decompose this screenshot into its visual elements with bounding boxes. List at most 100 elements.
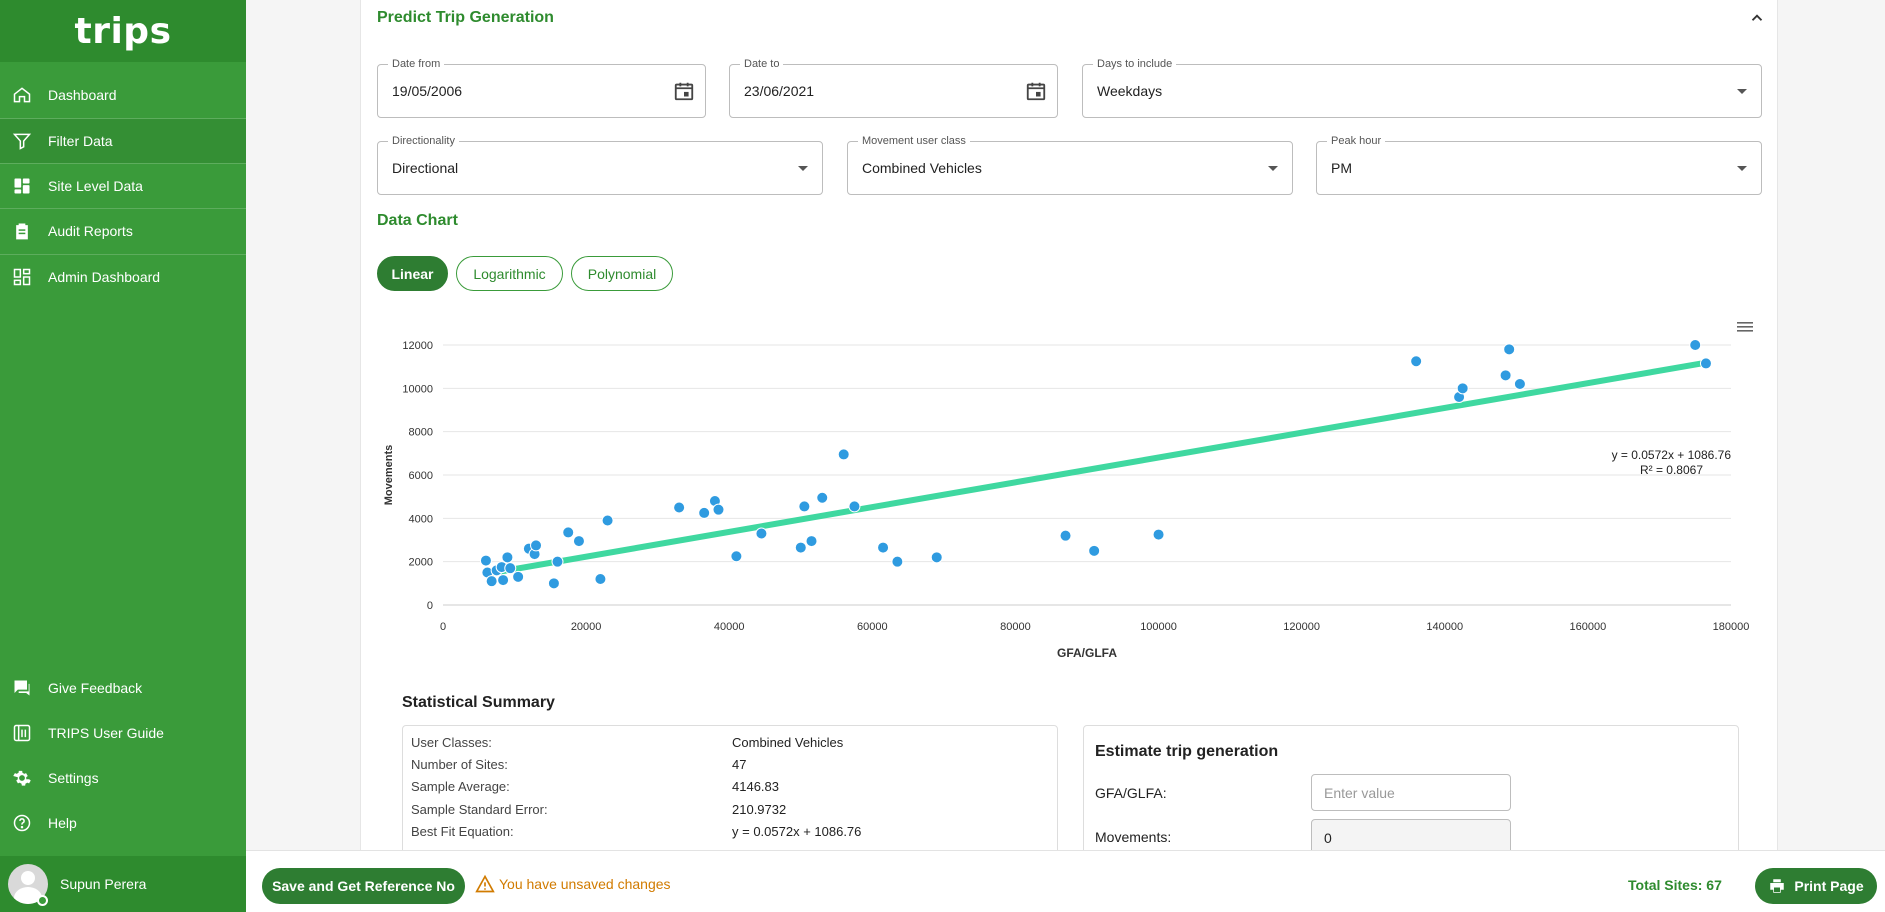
days-to-include-value: Weekdays bbox=[1097, 83, 1163, 99]
movement-user-class-select[interactable]: Movement user class Combined Vehicles bbox=[847, 135, 1293, 195]
directionality-value: Directional bbox=[392, 160, 459, 176]
data-point bbox=[891, 555, 904, 568]
sidebar: trips Dashboard Filter Data Site Level D… bbox=[0, 0, 246, 912]
stat-label-best-fit: Best Fit Equation: bbox=[411, 824, 514, 839]
sidebar-item-label: TRIPS User Guide bbox=[48, 725, 164, 741]
sidebar-item-dashboard[interactable]: Dashboard bbox=[0, 73, 246, 117]
data-point bbox=[504, 562, 517, 575]
x-tick-label: 140000 bbox=[1426, 621, 1463, 633]
data-point bbox=[673, 501, 686, 514]
data-point bbox=[497, 574, 510, 587]
date-from-value: 19/05/2006 bbox=[392, 83, 463, 99]
x-tick-label: 80000 bbox=[1000, 621, 1031, 633]
stat-label-standard-error: Sample Standard Error: bbox=[411, 802, 548, 817]
date-from-field[interactable]: Date from 19/05/2006 bbox=[377, 58, 706, 118]
x-tick-label: 40000 bbox=[714, 621, 745, 633]
scatter-chart: 0200040006000800010000120000 20000 40000 60… bbox=[383, 339, 1749, 660]
directionality-select[interactable]: Directionality Directional bbox=[377, 135, 823, 195]
printer-icon bbox=[1770, 879, 1785, 893]
x-tick-label: 20000 bbox=[571, 621, 602, 633]
data-point bbox=[794, 541, 807, 554]
chevron-down-icon bbox=[798, 166, 808, 171]
data-point bbox=[837, 448, 850, 461]
data-point bbox=[485, 575, 498, 588]
data-point bbox=[1499, 369, 1512, 382]
date-to-value: 23/06/2021 bbox=[744, 83, 815, 99]
gfa-input[interactable] bbox=[1311, 774, 1511, 811]
data-point bbox=[572, 535, 585, 548]
sidebar-item-filter-data[interactable]: Filter Data bbox=[0, 119, 246, 163]
guide-icon bbox=[12, 723, 32, 743]
data-point bbox=[930, 551, 943, 564]
calendar-icon[interactable] bbox=[673, 80, 695, 102]
date-to-label: Date to bbox=[740, 58, 784, 70]
help-icon bbox=[12, 813, 32, 833]
data-point bbox=[601, 514, 614, 527]
sidebar-item-admin-dashboard[interactable]: Admin Dashboard bbox=[0, 255, 246, 299]
date-from-label: Date from bbox=[388, 58, 445, 70]
data-point bbox=[1152, 528, 1165, 541]
x-tick-label: 100000 bbox=[1140, 621, 1177, 633]
sidebar-item-give-feedback[interactable]: Give Feedback bbox=[0, 666, 246, 710]
filter-icon bbox=[12, 131, 32, 151]
stat-value-user-classes: Combined Vehicles bbox=[732, 735, 844, 750]
data-point bbox=[698, 506, 711, 519]
estimate-title: Estimate trip generation bbox=[1095, 743, 1279, 760]
print-page-button[interactable]: Print Page bbox=[1755, 868, 1877, 904]
total-sites: Total Sites: 67 bbox=[1628, 877, 1722, 893]
sidebar-item-user-guide[interactable]: TRIPS User Guide bbox=[0, 711, 246, 755]
mode-polynomial-button[interactable]: Polynomial bbox=[571, 256, 673, 291]
movements-label: Movements: bbox=[1095, 829, 1172, 845]
chevron-up-icon[interactable] bbox=[1748, 9, 1766, 27]
gfa-label: GFA/GLFA: bbox=[1095, 785, 1167, 801]
calendar-icon[interactable] bbox=[1025, 80, 1047, 102]
directionality-label: Directionality bbox=[388, 135, 459, 147]
unsaved-warning: You have unsaved changes bbox=[475, 874, 671, 894]
user-profile[interactable]: Supun Perera bbox=[0, 856, 246, 912]
data-point bbox=[1088, 544, 1101, 557]
sidebar-item-label: Help bbox=[48, 815, 77, 831]
data-point bbox=[730, 550, 743, 563]
data-chart-title: Data Chart bbox=[377, 212, 458, 229]
days-to-include-select[interactable]: Days to include Weekdays bbox=[1082, 58, 1762, 118]
sidebar-item-help[interactable]: Help bbox=[0, 801, 246, 845]
sidebar-item-settings[interactable]: Settings bbox=[0, 756, 246, 800]
data-point bbox=[816, 491, 829, 504]
stat-value-best-fit: y = 0.0572x + 1086.76 bbox=[732, 824, 862, 839]
stat-value-number-of-sites: 47 bbox=[732, 757, 747, 772]
data-point bbox=[1059, 529, 1072, 542]
data-point bbox=[594, 573, 607, 585]
sidebar-item-label: Dashboard bbox=[48, 87, 117, 103]
data-point bbox=[1456, 382, 1469, 395]
sidebar-item-label: Settings bbox=[48, 770, 99, 786]
sidebar-item-label: Site Level Data bbox=[48, 178, 143, 194]
r-squared-label: R² = 0.8067 bbox=[1640, 463, 1703, 477]
app-logo[interactable]: trips bbox=[0, 0, 246, 62]
data-point bbox=[798, 500, 811, 513]
mode-logarithmic-button[interactable]: Logarithmic bbox=[456, 256, 563, 291]
stat-label-sample-average: Sample Average: bbox=[411, 779, 510, 794]
online-status-dot bbox=[37, 895, 48, 906]
y-axis-label: Movements bbox=[383, 445, 395, 506]
sidebar-item-audit-reports[interactable]: Audit Reports bbox=[0, 209, 246, 253]
mode-linear-button[interactable]: Linear bbox=[377, 256, 448, 291]
data-point bbox=[805, 535, 818, 548]
data-point bbox=[562, 526, 575, 539]
data-point bbox=[1689, 339, 1702, 351]
data-point bbox=[1410, 355, 1423, 368]
data-point bbox=[755, 527, 768, 540]
stat-label-user-classes: User Classes: bbox=[411, 735, 492, 750]
peak-hour-select[interactable]: Peak hour PM bbox=[1316, 135, 1762, 195]
sidebar-item-site-level-data[interactable]: Site Level Data bbox=[0, 164, 246, 208]
warning-icon bbox=[475, 874, 495, 893]
sidebar-item-label: Audit Reports bbox=[48, 223, 133, 239]
unsaved-text: You have unsaved changes bbox=[499, 876, 671, 892]
peak-hour-value: PM bbox=[1331, 160, 1352, 176]
save-reference-button[interactable]: Save and Get Reference No bbox=[262, 868, 465, 904]
movement-user-class-label: Movement user class bbox=[858, 135, 970, 147]
date-to-field[interactable]: Date to 23/06/2021 bbox=[729, 58, 1058, 118]
chevron-down-icon bbox=[1268, 166, 1278, 171]
data-point bbox=[547, 577, 560, 590]
trend-equation-label: y = 0.0572x + 1086.76 bbox=[1612, 448, 1732, 462]
statistical-summary-title: Statistical Summary bbox=[402, 694, 555, 711]
